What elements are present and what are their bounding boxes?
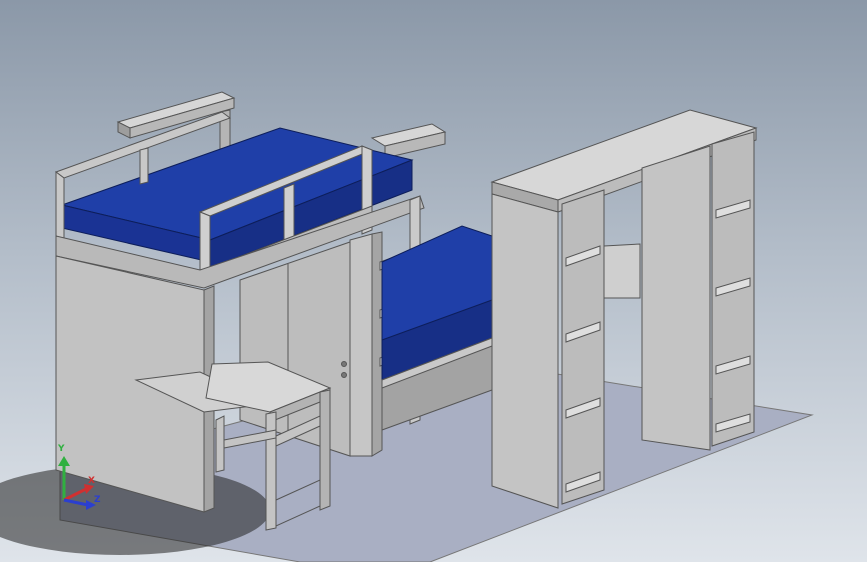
z-axis-label: Z bbox=[94, 495, 101, 505]
shelf-desk-top[interactable] bbox=[603, 243, 641, 299]
bed-pillar bbox=[349, 231, 383, 457]
y-axis-label: Y bbox=[58, 444, 65, 454]
3d-model-scene[interactable] bbox=[0, 0, 867, 562]
shelving-left-panel bbox=[491, 193, 559, 509]
x-axis-label: X bbox=[88, 476, 95, 486]
shelving-divider bbox=[641, 145, 711, 451]
door-knob-bottom[interactable] bbox=[341, 372, 347, 378]
cad-viewport[interactable]: Y X Z bbox=[0, 0, 867, 562]
wardrobe-doors[interactable] bbox=[239, 241, 351, 457]
door-knob-top[interactable] bbox=[341, 361, 347, 367]
